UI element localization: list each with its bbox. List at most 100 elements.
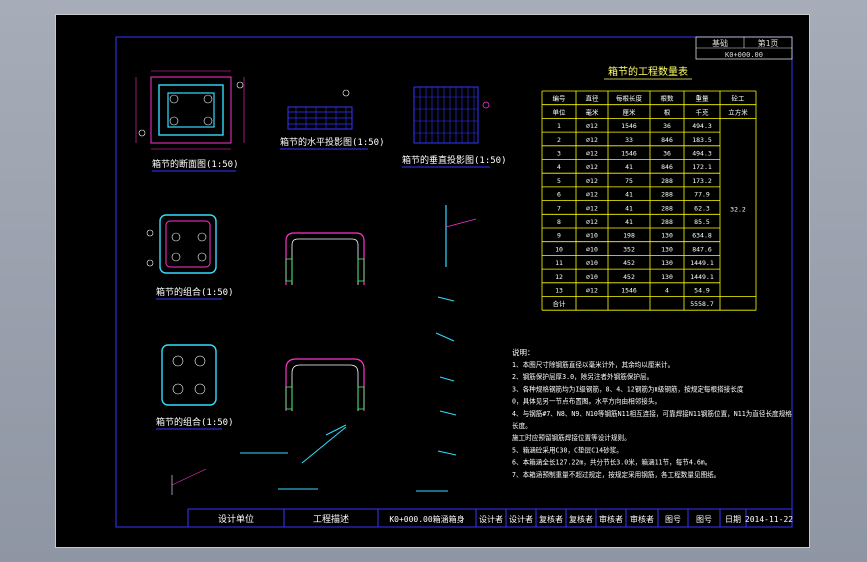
table-header-cell: 每根长度 [616,94,643,103]
cad-viewport[interactable]: 基础 第1页 K0+000.00 箱节的断面图(1:50) 箱节的水平投影图(1… [0,0,867,562]
tb-drawing-no-label: 图号 [665,515,681,524]
table-cell: 846 [661,163,673,171]
table-cell: 130 [661,232,673,240]
table-cell: ⌀12 [586,122,598,130]
table-cell: 1546 [621,287,637,295]
section-drawing [135,70,245,150]
table-cell: ⌀12 [586,191,598,199]
note-line: 长度。 [512,421,532,430]
table-unit-cell: 毫米 [586,107,600,116]
table-cell: 1449.1 [690,273,714,281]
total-label: 合计 [553,299,567,308]
tb-design-unit: 设计单位 [218,513,254,525]
table-header-cell: 重量 [696,95,710,103]
table-cell: 130 [661,259,673,267]
note-line: 0，具体见另一节点布置图。水平方向由相邻接头。 [512,397,661,406]
tb-drawing-name: K0+000.00箱涵箱身 [389,514,464,524]
table-cell: 288 [661,218,673,226]
table-cell: 77.9 [694,191,710,199]
table-cell: ⌀10 [586,259,598,267]
table-unit-cell: 根 [664,107,671,116]
tb-project-desc: 工程描述 [313,513,349,525]
table-cell: 1449.1 [690,259,714,267]
note-line: 1、本图尺寸除钢筋直径以毫米计外，其余均以厘米计。 [512,360,674,369]
table-cell: ⌀10 [586,273,598,281]
rebar-detail-u2 [285,358,365,411]
table-cell: 9 [557,232,561,240]
table-cell: 288 [661,191,673,199]
tb-date-label: 日期 [725,515,741,524]
notes-block: 说明： 1、本图尺寸除钢筋直径以毫米计外，其余均以厘米计。 2、钢筋保护层厚3.0… [512,347,792,479]
table-title: 箱节的工程数量表 [608,65,688,78]
horizontal-projection [287,89,353,130]
note-line: 6、本箱涵全长127.22m，共分节长3.0米，箱涵11节，每节4.6m。 [512,458,711,467]
note-line: 2、钢筋保护层厚3.0，除另注者外钢筋保护层。 [512,372,653,381]
table-header-cell: 编号 [553,94,567,103]
vertical-title: 箱节的垂直投影图(1:50) [402,154,507,166]
table-cell: 452 [623,273,635,281]
table-cell: ⌀12 [586,287,598,295]
table-cell: 41 [625,191,633,199]
rebar-detail-u1 [285,232,365,285]
note-line: 5、箱涵砼采用C30，C垫层C14砂浆。 [512,445,623,454]
table-cell: ⌀12 [586,163,598,171]
table-cell: 494.3 [692,122,712,130]
table-cell: 62.3 [694,204,710,212]
table-cell: 54.9 [694,287,710,295]
quantity-table: 编号 直径 每根长度 根数 重量 砼工单位 毫米 厘米根千克 立方米1 ⌀12 1546 36 494.… [541,90,757,311]
table-cell: 352 [623,245,635,253]
header-right: 第1页 [758,38,779,48]
table-cell: 3 [557,150,561,158]
table-cell: 8 [557,218,561,226]
concrete-value: 32.2 [730,205,746,213]
drawing-canvas[interactable]: 基础 第1页 K0+000.00 箱节的断面图(1:50) 箱节的水平投影图(1… [56,15,811,549]
drawing-sheet[interactable]: 基础 第1页 K0+000.00 箱节的断面图(1:50) 箱节的水平投影图(1… [55,14,810,548]
table-cell: 183.5 [692,136,712,144]
assembly-2-title: 箱节的组合(1:50) [156,416,234,428]
table-cell: 5 [557,177,561,185]
table-cell: 1 [557,122,561,130]
table-cell: 11 [555,259,563,267]
tb-auditor: 审核者 [599,514,623,524]
section-title: 箱节的断面图(1:50) [152,158,239,170]
table-cell: 4 [665,287,669,295]
note-line: 3、各种规格钢筋均为I级钢筋，8、4、12钢筋为Ⅱ级钢筋，按规定每根搭接长度 [512,384,744,393]
table-cell: 288 [661,177,673,185]
table-cell: 12 [555,273,563,281]
note-line: 4、与钢筋#7、N8、N9、N10等钢筋N11相互连接，可靠焊接N11钢筋位置，… [512,409,792,418]
table-cell: ⌀12 [586,136,598,144]
table-cell: 494.3 [692,150,712,158]
rebar-detail-straight [171,205,477,495]
total-value: 5558.7 [690,300,714,308]
header-box: 基础 第1页 K0+000.00 [695,36,793,60]
inner-frame [115,36,793,528]
table-cell: 1546 [621,150,637,158]
table-cell: 10 [555,245,563,253]
note-line: 施工时应预留钢筋焊接位置等设计规则。 [512,433,631,442]
table-cell: ⌀12 [586,204,598,212]
table-cell: 41 [625,204,633,212]
table-cell: 172.1 [692,163,712,171]
table-cell: 41 [625,163,633,171]
assembly-1-title: 箱节的组合(1:50) [156,286,234,298]
table-unit-cell: 单位 [553,107,567,116]
table-cell: 173.2 [692,177,712,185]
table-cell: 6 [557,191,561,199]
vertical-projection [413,86,490,144]
table-cell: 452 [623,259,635,267]
table-header-cell: 砼工 [732,94,746,103]
table-cell: 85.5 [694,218,710,226]
table-unit-cell: 立方米 [728,107,748,116]
table-cell: 846 [661,136,673,144]
table-cell: ⌀10 [586,245,598,253]
tb-reviewer-2: 复核者 [569,514,593,524]
tb-auditor-2: 审核者 [630,514,654,524]
table-unit-cell: 千克 [696,107,710,116]
table-cell: 847.6 [692,245,712,253]
table-cell: ⌀12 [586,150,598,158]
assembly-1-drawing [146,214,217,274]
table-unit-cell: 厘米 [623,107,637,116]
table-cell: 198 [623,232,635,240]
title-block: 设计单位 工程描述 K0+000.00箱涵箱身 设计者 设计者 复核者 复核者 … [187,508,793,528]
tb-designer: 设计者 [479,514,503,524]
